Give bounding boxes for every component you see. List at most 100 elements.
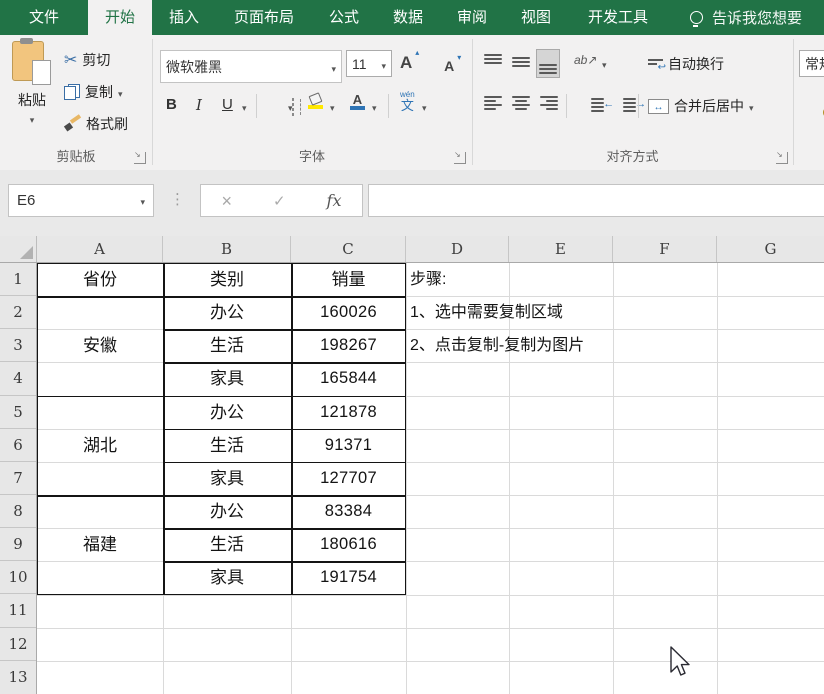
font-color-button[interactable]: A (350, 94, 365, 110)
select-all-corner[interactable] (0, 236, 37, 262)
row-header-8[interactable]: 8 (0, 495, 36, 528)
align-right-button[interactable] (540, 96, 558, 110)
row-header-10[interactable]: 10 (0, 561, 36, 594)
column-header-F[interactable]: F (613, 236, 717, 262)
column-header-B[interactable]: B (163, 236, 291, 262)
merge-center-caret[interactable] (749, 98, 754, 114)
cell-C4[interactable]: 165844 (291, 362, 406, 395)
tab-insert[interactable]: 插入 (152, 0, 216, 35)
merge-center-button[interactable]: ↔ 合并后居中 (648, 93, 754, 119)
name-box-caret[interactable] (140, 192, 145, 210)
fill-color-caret[interactable] (330, 98, 335, 114)
cell-C9[interactable]: 180616 (291, 528, 406, 561)
column-header-E[interactable]: E (509, 236, 613, 262)
cell-B9[interactable]: 生活 (163, 528, 291, 561)
cell-C7[interactable]: 127707 (291, 462, 406, 495)
cell-C10[interactable]: 191754 (291, 561, 406, 594)
copy-dropdown-caret[interactable] (118, 84, 123, 100)
decrease-font-size-button[interactable]: A▾ (444, 58, 454, 74)
orientation-button[interactable]: ab↗ (574, 53, 597, 67)
align-center-button[interactable] (512, 96, 530, 110)
row-header-7[interactable]: 7 (0, 462, 36, 495)
cell-D2[interactable]: 1、选中需要复制区域 (410, 296, 740, 329)
cell-A8-merged[interactable]: 福建 (37, 495, 163, 594)
column-header-D[interactable]: D (406, 236, 509, 262)
underline-caret[interactable] (242, 98, 247, 114)
insert-function-icon[interactable]: fx (327, 191, 342, 210)
row-header-2[interactable]: 2 (0, 296, 36, 329)
row-header-1[interactable]: 1 (0, 263, 36, 296)
cell-C8[interactable]: 83384 (291, 495, 406, 528)
tab-formulas[interactable]: 公式 (312, 0, 376, 35)
column-header-G[interactable]: G (717, 236, 824, 262)
cell-B4[interactable]: 家具 (163, 362, 291, 395)
underline-button[interactable]: U (222, 96, 233, 113)
tab-file[interactable]: 文件 (0, 0, 88, 35)
cell-C6[interactable]: 91371 (291, 429, 406, 462)
align-middle-button[interactable] (512, 54, 530, 69)
phonetic-guide-button[interactable]: wén 文 (400, 91, 415, 112)
cell-B8[interactable]: 办公 (163, 495, 291, 528)
tab-review[interactable]: 审阅 (440, 0, 504, 35)
row-header-11[interactable]: 11 (0, 594, 36, 627)
align-top-button[interactable] (484, 54, 502, 69)
paste-button[interactable]: 粘贴 (4, 39, 60, 143)
paste-dropdown-caret[interactable] (30, 110, 35, 126)
tell-me-box[interactable]: 告诉我您想要 (690, 0, 802, 35)
italic-button[interactable]: I (196, 96, 202, 114)
cell-A1[interactable]: 省份 (37, 263, 163, 296)
increase-font-size-button[interactable]: A▴ (400, 53, 412, 72)
font-color-caret[interactable] (372, 98, 377, 114)
cell-C5[interactable]: 121878 (291, 396, 406, 429)
cell-D1[interactable]: 步骤: (410, 263, 710, 296)
row-header-12[interactable]: 12 (0, 628, 36, 661)
cell-B6[interactable]: 生活 (163, 429, 291, 462)
format-painter-button[interactable]: 格式刷 (64, 111, 128, 137)
tab-page-layout[interactable]: 页面布局 (216, 0, 312, 35)
cell-A2-merged[interactable]: 安徽 (37, 296, 163, 395)
cell-B5[interactable]: 办公 (163, 396, 291, 429)
wrap-text-button[interactable]: ↩ 自动换行 (648, 51, 724, 77)
cell-C3[interactable]: 198267 (291, 329, 406, 362)
bold-button[interactable]: B (166, 96, 177, 113)
cancel-icon[interactable]: × (221, 192, 232, 210)
enter-icon[interactable]: ✓ (273, 192, 286, 210)
cell-C1[interactable]: 销量 (291, 263, 406, 296)
copy-button[interactable]: 复制 (64, 79, 123, 105)
column-header-C[interactable]: C (291, 236, 406, 262)
row-header-6[interactable]: 6 (0, 429, 36, 462)
font-size-caret[interactable] (381, 56, 386, 72)
tab-data[interactable]: 数据 (376, 0, 440, 35)
font-size-select[interactable]: 11 (346, 50, 392, 77)
name-box[interactable]: E6 (8, 184, 154, 217)
number-format-select[interactable]: 常规 (799, 50, 824, 77)
row-header-4[interactable]: 4 (0, 362, 36, 395)
fill-color-button[interactable] (308, 94, 323, 109)
borders-caret[interactable] (288, 98, 293, 114)
tab-view[interactable]: 视图 (504, 0, 568, 35)
align-left-button[interactable] (484, 96, 502, 110)
font-dialog-launcher-icon[interactable] (454, 152, 466, 164)
orientation-caret[interactable] (602, 55, 607, 71)
cut-button[interactable]: ✂ 剪切 (64, 47, 110, 73)
formula-bar-separator-dots[interactable] (170, 190, 185, 208)
phonetic-caret[interactable] (422, 98, 427, 114)
row-header-9[interactable]: 9 (0, 528, 36, 561)
row-header-5[interactable]: 5 (0, 396, 36, 429)
cell-B10[interactable]: 家具 (163, 561, 291, 594)
formula-input[interactable] (368, 184, 824, 217)
tab-home[interactable]: 开始 (88, 0, 152, 35)
cell-A5-merged[interactable]: 湖北 (37, 396, 163, 495)
column-header-A[interactable]: A (37, 236, 163, 262)
alignment-dialog-launcher-icon[interactable] (776, 152, 788, 164)
cell-B2[interactable]: 办公 (163, 296, 291, 329)
cell-C2[interactable]: 160026 (291, 296, 406, 329)
row-header-13[interactable]: 13 (0, 661, 36, 694)
tab-developer[interactable]: 开发工具 (568, 0, 668, 35)
align-bottom-button[interactable] (536, 49, 560, 78)
font-name-caret[interactable] (331, 59, 336, 75)
cell-B3[interactable]: 生活 (163, 329, 291, 362)
clipboard-dialog-launcher-icon[interactable] (134, 152, 146, 164)
font-name-select[interactable]: 微软雅黑 (160, 50, 342, 83)
cell-D3[interactable]: 2、点击复制-复制为图片 (410, 329, 740, 362)
